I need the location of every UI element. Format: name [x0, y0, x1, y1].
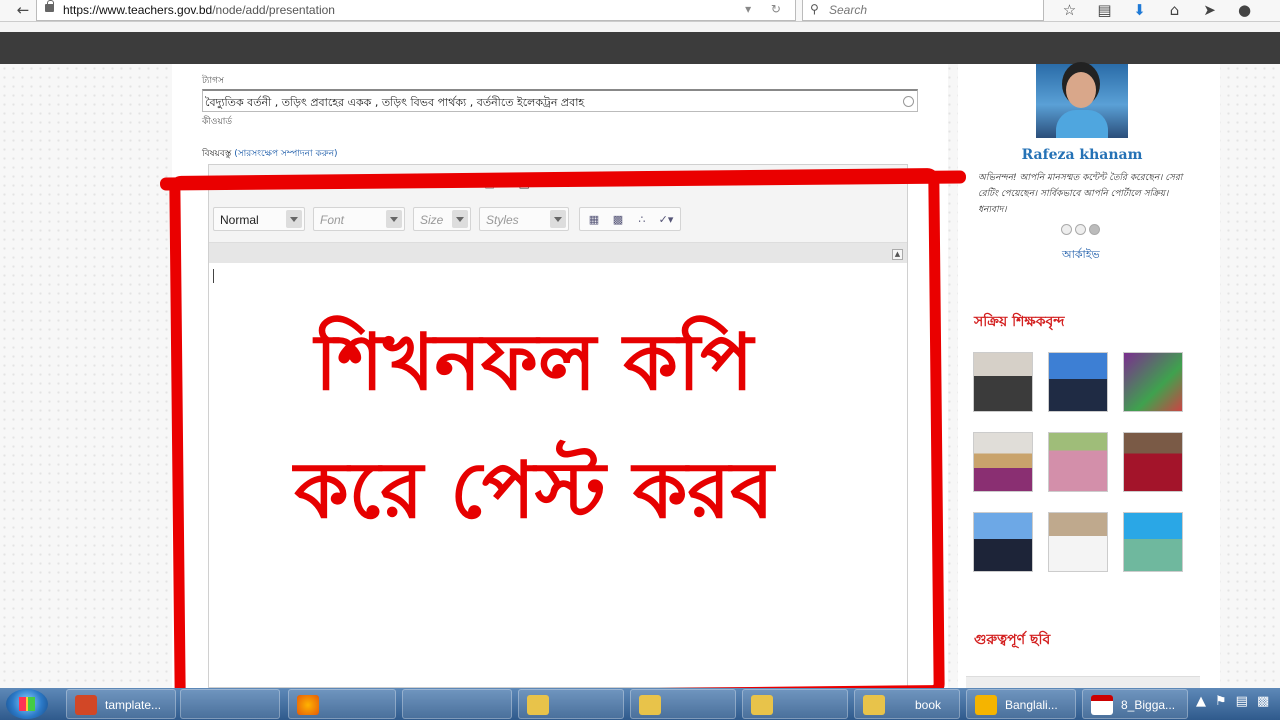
teacher-avatar[interactable]	[1048, 512, 1108, 572]
image-strip	[966, 676, 1200, 688]
carousel-dot[interactable]	[1061, 224, 1072, 235]
send-icon[interactable]: ➤	[1192, 0, 1227, 21]
banglalink-icon	[975, 695, 997, 715]
pdf-icon	[1091, 695, 1113, 715]
taskbar-item-pdf[interactable]: 8_Bigga...	[1082, 689, 1188, 719]
taskbar-item-book[interactable]: book	[854, 689, 960, 719]
chat-icon[interactable]: ●	[1227, 0, 1262, 21]
folder-icon	[751, 695, 773, 715]
back-arrow-icon[interactable]: ←	[8, 1, 38, 21]
taskbar-item-firefox[interactable]	[288, 689, 396, 719]
carousel-dot[interactable]	[1075, 224, 1086, 235]
url-text: https://www.teachers.gov.bd/node/add/pre…	[63, 3, 335, 17]
carousel-dots	[1061, 224, 1100, 235]
teacher-avatar[interactable]	[1048, 352, 1108, 412]
archive-link[interactable]: আর্কাইভ	[1062, 246, 1100, 265]
edit-summary-link[interactable]: (সারসংক্ষেপ সম্পাদনা করুন)	[234, 149, 337, 159]
teacher-avatar[interactable]	[1123, 352, 1183, 412]
tags-hint: কীওয়ার্ড	[202, 117, 233, 127]
home-icon[interactable]: ⌂	[1157, 0, 1192, 21]
tray-arrow-icon[interactable]: ▲	[1196, 694, 1206, 709]
taskbar-item-banglalink[interactable]: Banglali...	[966, 689, 1076, 719]
tags-value: বৈদ্যুতিক বর্তনী , তড়িৎ প্রবাহের একক , …	[205, 96, 585, 109]
teacher-avatar[interactable]	[1123, 432, 1183, 492]
taskbar-item[interactable]	[630, 689, 736, 719]
tray-monitor-icon[interactable]: ▤	[1236, 694, 1248, 709]
teacher-avatar[interactable]	[973, 352, 1033, 412]
url-bar[interactable]: https://www.teachers.gov.bd/node/add/pre…	[36, 0, 796, 21]
autocomplete-icon	[903, 96, 914, 107]
taskbar-item[interactable]	[402, 689, 512, 719]
reload-icon[interactable]: ▾ ↻	[745, 2, 789, 16]
search-field[interactable]: ⚲ Search	[802, 0, 1044, 21]
firefox-icon	[297, 695, 319, 715]
profile-message: অভিনন্দন! আপনি মানসম্মত কন্টেন্ট তৈরি কর…	[978, 173, 1183, 215]
bookmark-star-icon[interactable]: ☆	[1052, 0, 1087, 21]
taskbar: tamplate... book Banglali... 8_Bigga... …	[0, 688, 1280, 720]
taskbar-item[interactable]	[518, 689, 624, 719]
teacher-avatar[interactable]	[973, 432, 1033, 492]
download-icon[interactable]: ⬇	[1122, 0, 1157, 21]
tray-network-icon[interactable]: ▩	[1257, 694, 1269, 709]
start-button[interactable]	[6, 689, 48, 719]
tags-label: ট্যাগস	[202, 76, 224, 86]
powerpoint-icon	[75, 695, 97, 715]
teacher-avatar[interactable]	[1123, 512, 1183, 572]
profile-photo	[1036, 64, 1128, 138]
profile-name[interactable]: Rafeza khanam	[958, 147, 1206, 163]
taskbar-item[interactable]	[742, 689, 848, 719]
tray-flag-icon[interactable]: ⚑	[1215, 694, 1227, 709]
teacher-avatar[interactable]	[1048, 432, 1108, 492]
site-header-band	[0, 32, 1280, 64]
carousel-dot[interactable]	[1089, 224, 1100, 235]
folder-icon	[863, 695, 885, 715]
folder-icon	[527, 695, 549, 715]
folder-icon	[639, 695, 661, 715]
taskbar-item[interactable]	[180, 689, 280, 719]
system-tray: ▲ ⚑ ▤ ▩	[1196, 694, 1269, 709]
search-placeholder: Search	[829, 3, 868, 17]
lock-icon	[45, 0, 54, 12]
reading-list-icon[interactable]: ▤	[1087, 0, 1122, 21]
tags-input[interactable]: বৈদ্যুতিক বর্তনী , তড়িৎ প্রবাহের একক , …	[202, 89, 918, 112]
taskbar-item-powerpoint[interactable]: tamplate...	[66, 689, 176, 719]
active-teachers-heading: সক্রিয় শিক্ষকবৃন্দ	[974, 314, 1065, 330]
search-icon: ⚲	[810, 2, 819, 16]
browser-toolbar: ← https://www.teachers.gov.bd/node/add/p…	[0, 0, 1280, 22]
body-label: বিষয়বস্তু (সারসংক্ষেপ সম্পাদনা করুন)	[202, 149, 338, 159]
teacher-avatar[interactable]	[973, 512, 1033, 572]
important-images-heading: গুরুত্বপূর্ণ ছবি	[974, 632, 1051, 648]
